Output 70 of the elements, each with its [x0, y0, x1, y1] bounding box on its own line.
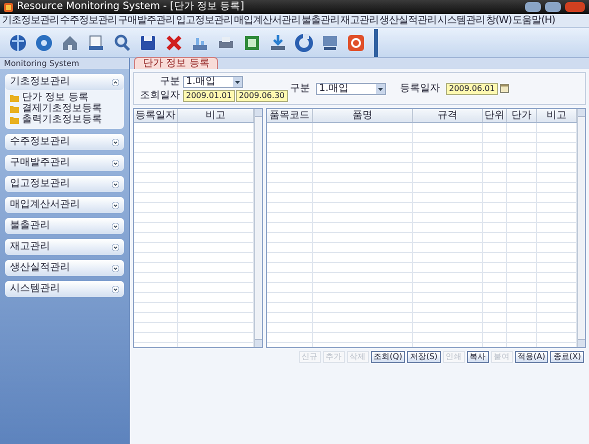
action-button[interactable]: 저장(S): [407, 351, 441, 363]
field-label: 등록일자: [400, 84, 440, 94]
menu-item[interactable]: 재고관리: [340, 16, 378, 26]
menu-item[interactable]: 수주정보관리: [60, 16, 117, 26]
menu-item[interactable]: 생산실적관리: [380, 16, 436, 26]
menu-item[interactable]: 구매발주관리: [118, 16, 175, 26]
sidebar-item[interactable]: 단가 정보 등록: [22, 92, 88, 102]
menu-item[interactable]: 창(W): [486, 16, 512, 26]
column-header[interactable]: 품명: [313, 109, 413, 122]
sidebar-group-label: 구매발주관리: [10, 158, 70, 168]
sidebar-group-label: 불출관리: [10, 221, 50, 231]
column-header[interactable]: 규격: [413, 109, 483, 122]
sidebar-group-header[interactable]: 입고정보관리: [5, 176, 124, 192]
minimize-button[interactable]: [525, 2, 541, 12]
menu-item[interactable]: 시스템관리: [438, 16, 485, 26]
sidebar-group-label: 기초정보관리: [10, 77, 70, 87]
action-button[interactable]: 조회(Q): [370, 351, 406, 363]
caret-icon: [376, 84, 385, 94]
sidebar-group-label: 재고관리: [10, 242, 50, 252]
caret-icon: [233, 76, 242, 86]
menu-item[interactable]: 도움말(H): [512, 16, 556, 26]
refresh-icon[interactable]: [294, 32, 314, 52]
delete-icon[interactable]: [164, 32, 184, 52]
action-button[interactable]: 종료(X): [550, 351, 584, 363]
action-button[interactable]: 복사: [466, 351, 489, 363]
scrollbar[interactable]: [577, 109, 585, 347]
menu-item[interactable]: 매입계산서관리: [234, 16, 300, 26]
field-label: 구분: [290, 84, 310, 94]
sidebar-group-header[interactable]: 불출관리: [5, 218, 124, 234]
date-field[interactable]: 2009.06.30: [236, 90, 288, 102]
sidebar-group-label: 수주정보관리: [10, 137, 70, 147]
sidebar-group-label: 생산실적관리: [10, 263, 70, 273]
menu-item[interactable]: 기초정보관리: [2, 16, 59, 26]
date-field[interactable]: 2009.06.01: [446, 82, 498, 94]
app-icon: [4, 2, 13, 12]
sidebar-group-header[interactable]: 기초정보관리: [5, 74, 124, 90]
sidebar-group-header[interactable]: 매입계산서관리: [5, 197, 124, 213]
column-header[interactable]: 등록일자: [134, 109, 178, 122]
document-tab[interactable]: 단가 정보 등록: [134, 57, 218, 69]
sidebar-item[interactable]: 결제기초정보등록: [22, 104, 102, 114]
sidebar-item[interactable]: 출력기초정보등록: [22, 114, 102, 124]
sidebar-group-header[interactable]: 시스템관리: [5, 281, 124, 297]
panel-title: Monitoring System: [4, 60, 80, 68]
menu-item[interactable]: 입고정보관리: [176, 16, 233, 26]
sidebar-group-header[interactable]: 재고관리: [5, 239, 124, 255]
column-header[interactable]: 단가: [507, 109, 537, 122]
date-field[interactable]: 2009.01.01: [183, 90, 235, 102]
sidebar-group-header[interactable]: 생산실적관리: [5, 260, 124, 276]
menu-item[interactable]: 불출관리: [302, 16, 340, 26]
dropdown[interactable]: 1.매입: [183, 76, 243, 88]
column-header[interactable]: 단위: [483, 109, 507, 122]
sidebar-group-header[interactable]: 구매발주관리: [5, 155, 124, 171]
close-button[interactable]: [565, 2, 585, 12]
download-icon[interactable]: [268, 32, 288, 52]
field-label: 구분: [159, 76, 180, 86]
maximize-button[interactable]: [545, 2, 561, 12]
globe-icon[interactable]: [8, 32, 28, 52]
sidebar-group-label: 매입계산서관리: [10, 200, 80, 210]
power-icon[interactable]: [346, 32, 366, 52]
dropdown[interactable]: 1.매입: [316, 82, 386, 94]
window-title: Resource Monitoring System - [단가 정보 등록]: [17, 2, 244, 12]
calendar-icon[interactable]: [500, 84, 509, 93]
field-label: 조회일자: [140, 90, 180, 100]
column-header[interactable]: 품목코드: [267, 109, 313, 122]
sidebar-group-label: 시스템관리: [10, 284, 60, 294]
magnifier-icon[interactable]: [112, 32, 132, 52]
action-button[interactable]: 적용(A): [514, 351, 548, 363]
sidebar-group-header[interactable]: 수주정보관리: [5, 134, 124, 150]
sidebar-group-label: 입고정보관리: [10, 179, 70, 189]
scrollbar[interactable]: [254, 109, 262, 347]
